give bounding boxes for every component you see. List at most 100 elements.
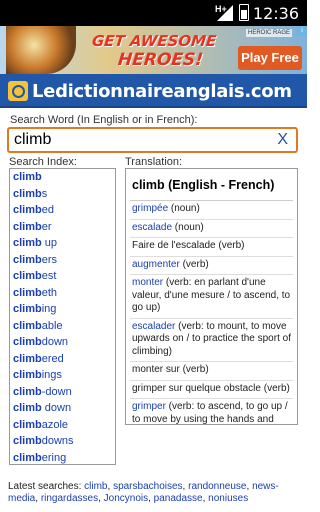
index-item-match: climb — [13, 187, 42, 200]
index-item-match: climb — [13, 402, 42, 414]
index-item[interactable]: climbs — [10, 186, 115, 203]
index-item[interactable]: climber — [10, 219, 115, 236]
ad-info-icon[interactable]: i — [297, 26, 307, 36]
index-item[interactable]: climb — [10, 169, 115, 186]
clock: 12:36 — [252, 4, 299, 23]
play-free-button[interactable]: Play Free — [238, 46, 302, 70]
translation-word-link[interactable]: grimper — [132, 401, 166, 412]
index-item-suffix: downs — [41, 435, 74, 447]
index-item-suffix: up — [41, 237, 58, 249]
index-item[interactable]: climb-down — [10, 384, 115, 401]
index-item[interactable]: climbed — [10, 202, 115, 219]
index-item-match: climb — [13, 435, 42, 447]
index-item[interactable]: climbest — [10, 268, 115, 285]
latest-search-link[interactable]: climb — [84, 481, 107, 492]
index-item-match: climb — [13, 303, 42, 315]
index-item-match: climb — [13, 220, 42, 233]
translation-word-link[interactable]: escalade — [132, 222, 172, 233]
index-item-match: climb — [13, 418, 42, 431]
translation-rows: grimpée (noun) escalade (noun) Faire de l'… — [130, 201, 293, 424]
latest-search-link[interactable]: sparsbachoises — [113, 481, 182, 492]
translation-word-link[interactable]: monter — [132, 277, 163, 288]
index-item[interactable]: climbazole — [10, 417, 115, 434]
index-item[interactable]: climbings — [10, 367, 115, 384]
index-item-suffix: ings — [41, 369, 62, 381]
index-item-match: climb — [13, 352, 42, 365]
index-item-match: climb — [13, 286, 42, 299]
latest-search-link[interactable]: panadasse — [154, 493, 203, 504]
latest-searches: Latest searches: climb, sparsbachoises, … — [8, 481, 300, 505]
latest-search-link[interactable]: Joncynois — [104, 493, 148, 504]
site-title[interactable]: Ledictionnaireanglais.com — [32, 81, 292, 102]
search-label: Search Word (In English or in French): — [10, 114, 198, 126]
index-item[interactable]: climbered — [10, 351, 115, 368]
latest-search-link[interactable]: noniuses — [208, 493, 248, 504]
index-item-suffix: -down — [41, 385, 72, 398]
index-item[interactable]: climbing — [10, 301, 115, 318]
translation-row: escalader (verb: to mount, to move upwar… — [130, 319, 293, 362]
index-item[interactable]: climb down — [10, 400, 115, 417]
index-item-match: climb — [13, 451, 42, 464]
translation-row: escalade (noun) — [130, 220, 293, 238]
dictionary-logo-icon — [8, 81, 28, 101]
translation-row: grimper sur quelque obstacle (verb) — [130, 381, 293, 399]
clear-search-button[interactable]: X — [277, 131, 288, 149]
index-item-suffix: er — [41, 220, 52, 233]
index-item[interactable]: climbable — [10, 318, 115, 335]
index-item-suffix: ing — [41, 303, 57, 315]
index-item[interactable]: climbers — [10, 252, 115, 269]
latest-searches-label: Latest searches: — [8, 481, 85, 492]
index-item[interactable]: climb up — [10, 235, 115, 252]
index-item-match: climb — [13, 385, 42, 398]
search-index-list[interactable]: climb climbs climbed climber climb up climber… — [9, 168, 116, 465]
index-item-match: climb — [13, 369, 42, 381]
translation-word-link[interactable]: augmenter — [132, 259, 180, 270]
translation-word-link[interactable]: grimpée — [132, 203, 168, 214]
index-item-match: climb — [13, 319, 42, 332]
site-header: Ledictionnaireanglais.com — [0, 74, 307, 108]
index-item-suffix: down — [41, 402, 72, 414]
battery-icon — [239, 4, 249, 21]
ad-brand-logo: HEROIC RAGE — [246, 29, 293, 37]
index-item-match: climb — [13, 204, 42, 216]
translation-gloss: grimper sur quelque obstacle (verb) — [132, 382, 290, 394]
ad-headline-2: HEROES! — [116, 50, 205, 70]
index-item-suffix: ered — [41, 352, 64, 365]
translation-gloss: Faire de l'escalade (verb) — [132, 240, 245, 251]
signal-icon: H+ — [215, 3, 233, 21]
hero-illustration — [6, 26, 76, 74]
search-input[interactable]: climb X — [7, 127, 298, 153]
latest-search-link[interactable]: randonneuse — [188, 481, 246, 492]
index-item-suffix: azole — [41, 418, 69, 431]
translation-row: monter sur (verb) — [130, 362, 293, 381]
ad-banner[interactable]: GET AWESOME HEROES! HEROIC RAGE Play Fre… — [0, 26, 307, 74]
index-item-suffix: eth — [41, 286, 58, 299]
index-item-match: climb — [13, 270, 42, 282]
network-type: H+ — [215, 3, 227, 14]
index-item-match: climb — [13, 171, 42, 183]
search-index-label: Search Index: — [9, 156, 77, 168]
ad-headline: GET AWESOME — [91, 32, 218, 50]
index-item[interactable]: climbering — [10, 450, 115, 465]
translation-row: grimpée (noun) — [130, 201, 293, 220]
index-item-suffix: ers — [41, 253, 58, 266]
translation-gloss: (verb) — [179, 258, 209, 270]
translation-row: grimper (verb: to ascend, to go up / to … — [130, 399, 293, 424]
index-item-match: climb — [13, 253, 42, 266]
translation-gloss: monter sur (verb) — [132, 364, 209, 375]
translation-title: climb (English - French) — [130, 169, 293, 201]
search-value[interactable]: climb — [14, 131, 51, 149]
translation-word-link[interactable]: escalader — [132, 321, 175, 332]
latest-search-link[interactable]: ringardasses — [41, 493, 98, 504]
index-item[interactable]: climbdown — [10, 334, 115, 351]
translation-gloss: (noun) — [172, 221, 204, 233]
index-item-match: climb — [13, 336, 42, 348]
index-item[interactable]: climbdowns — [10, 433, 115, 450]
translation-row: augmenter (verb) — [130, 257, 293, 275]
status-bar: H+ 12:36 — [0, 0, 307, 26]
translation-row: monter (verb: en parlant d'une valeur, d… — [130, 275, 293, 319]
index-item-suffix: s — [41, 187, 48, 200]
index-item-suffix: down — [41, 336, 69, 348]
index-item[interactable]: climbeth — [10, 285, 115, 302]
index-item-suffix: est — [41, 270, 57, 282]
